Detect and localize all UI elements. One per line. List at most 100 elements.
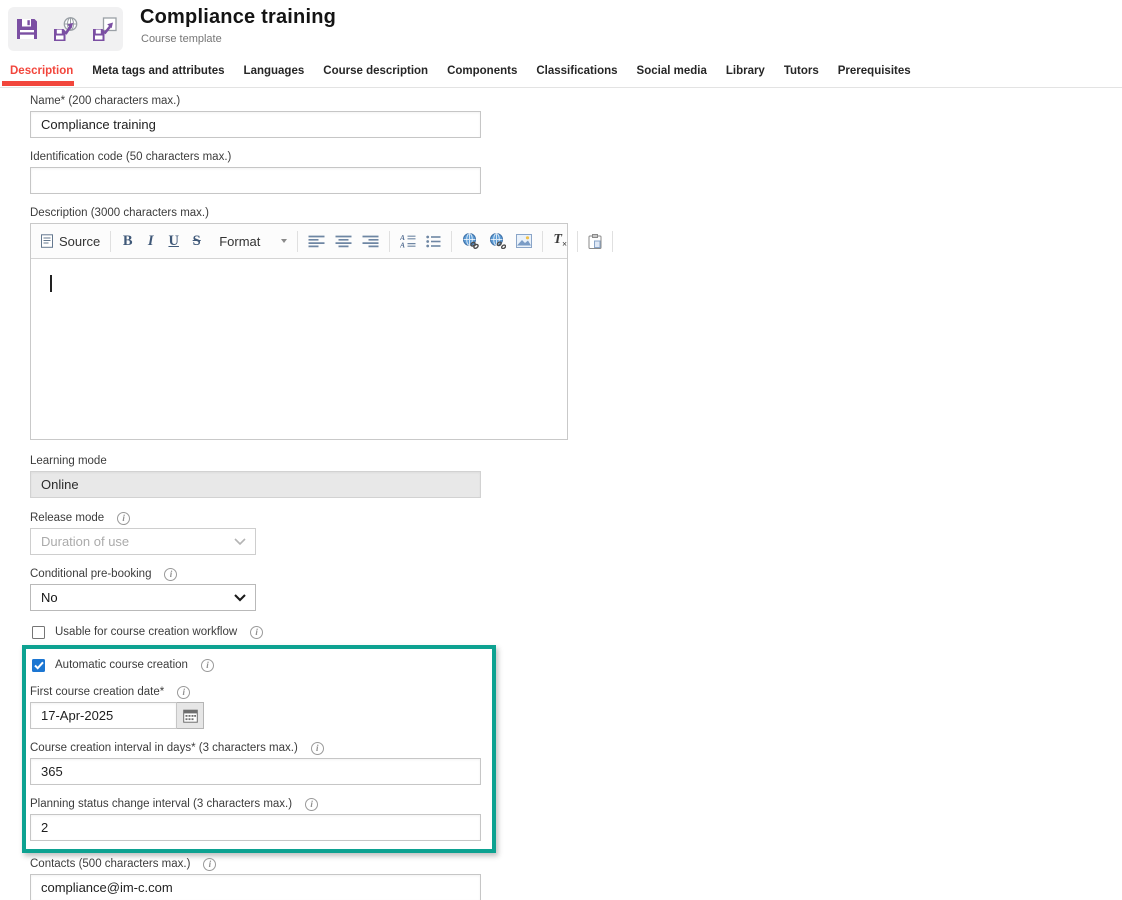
align-center-icon — [335, 235, 352, 248]
name-field-group: Name* (200 characters max.) — [30, 94, 1122, 138]
identification-code-input[interactable] — [30, 167, 481, 194]
identification-code-label: Identification code (50 characters max.) — [30, 151, 231, 163]
toolbar-separator — [297, 231, 298, 252]
toolbar-separator — [542, 231, 543, 252]
tab-social-media[interactable]: Social media — [637, 65, 707, 77]
planning-status-interval-label: Planning status change interval (3 chara… — [30, 798, 292, 810]
italic-glyph: I — [144, 233, 157, 250]
align-left-icon — [308, 235, 325, 248]
automatic-course-creation-checkbox[interactable] — [32, 659, 45, 672]
page-title: Compliance training — [140, 6, 336, 29]
usable-for-workflow-checkbox[interactable] — [32, 626, 45, 639]
info-icon[interactable]: i — [177, 686, 190, 699]
editor-toolbar: Source B I U S Format — [31, 224, 567, 259]
description-label: Description (3000 characters max.) — [30, 207, 209, 219]
active-tab-underline — [2, 81, 74, 86]
toolbar-separator — [451, 231, 452, 252]
strikethrough-glyph: S — [190, 233, 203, 250]
editor-content-area[interactable] — [31, 259, 567, 439]
usable-for-workflow-row: Usable for course creation workflow i — [30, 624, 1122, 640]
tab-description[interactable]: Description — [10, 65, 73, 77]
info-icon[interactable]: i — [305, 798, 318, 811]
info-icon[interactable]: i — [117, 512, 130, 525]
save-and-publish-button[interactable] — [51, 14, 81, 44]
conditional-prebooking-select[interactable]: No — [30, 584, 256, 611]
calendar-icon — [183, 709, 198, 723]
underline-button[interactable]: U — [162, 230, 185, 253]
format-dropdown-label: Format — [219, 234, 260, 249]
info-icon[interactable]: i — [311, 742, 324, 755]
contacts-input[interactable] — [30, 874, 481, 900]
first-course-creation-date-group: First course creation date* i — [30, 685, 492, 729]
info-icon[interactable]: i — [201, 659, 214, 672]
svg-text:A: A — [400, 240, 405, 248]
strikethrough-button[interactable]: S — [185, 230, 208, 253]
save-actions-toolbar — [8, 7, 123, 51]
planning-status-interval-group: Planning status change interval (3 chara… — [30, 797, 492, 841]
course-creation-interval-input[interactable] — [30, 758, 481, 785]
tab-classifications[interactable]: Classifications — [536, 65, 617, 77]
save-globe-arrow-icon — [52, 16, 80, 43]
tab-bar: Description Meta tags and attributes Lan… — [0, 55, 1122, 88]
release-mode-field-group: Release mode i Duration of use — [30, 511, 1122, 555]
chevron-down-icon — [234, 594, 246, 602]
toolbar-separator — [110, 231, 111, 252]
save-and-exit-button[interactable] — [90, 14, 120, 44]
automatic-course-creation-highlight: Automatic course creation i First course… — [22, 645, 496, 853]
toolbar-separator — [577, 231, 578, 252]
tab-library[interactable]: Library — [726, 65, 765, 77]
text-cursor — [50, 275, 52, 292]
remove-format-button[interactable]: T× — [548, 230, 572, 252]
align-left-button[interactable] — [303, 232, 330, 251]
save-button[interactable] — [12, 14, 42, 44]
link-button[interactable] — [457, 230, 484, 252]
tab-languages[interactable]: Languages — [244, 65, 305, 77]
name-input[interactable] — [30, 111, 481, 138]
identification-code-field-group: Identification code (50 characters max.) — [30, 150, 1122, 194]
source-button-label: Source — [59, 234, 100, 249]
save-export-arrow-icon — [91, 16, 119, 43]
info-icon[interactable]: i — [164, 568, 177, 581]
source-button[interactable]: Source — [35, 231, 105, 252]
format-dropdown[interactable]: Format — [214, 231, 292, 252]
source-icon — [40, 234, 54, 248]
course-creation-interval-label: Course creation interval in days* (3 cha… — [30, 742, 298, 754]
learning-mode-field-group: Learning mode — [30, 454, 1122, 498]
remove-format-icon: T× — [553, 233, 567, 249]
link-icon — [462, 233, 479, 249]
planning-status-interval-input[interactable] — [30, 814, 481, 841]
chevron-down-icon — [234, 538, 246, 546]
info-icon[interactable]: i — [250, 626, 263, 639]
learning-mode-input — [30, 471, 481, 498]
toolbar-separator — [389, 231, 390, 252]
first-course-creation-date-input[interactable] — [30, 702, 177, 729]
info-icon[interactable]: i — [203, 858, 216, 871]
bulleted-list-button[interactable] — [421, 232, 446, 251]
tab-prerequisites[interactable]: Prerequisites — [838, 65, 911, 77]
checkmark-icon — [34, 661, 44, 670]
align-right-button[interactable] — [357, 232, 384, 251]
tab-tutors[interactable]: Tutors — [784, 65, 819, 77]
automatic-course-creation-label: Automatic course creation — [55, 659, 188, 671]
contacts-label: Contacts (500 characters max.) — [30, 858, 190, 870]
release-mode-select: Duration of use — [30, 528, 256, 555]
image-button[interactable] — [511, 231, 537, 251]
save-icon — [14, 16, 40, 42]
unlink-icon — [489, 233, 506, 249]
tab-components[interactable]: Components — [447, 65, 517, 77]
image-icon — [516, 234, 532, 248]
page-subtitle: Course template — [141, 33, 222, 45]
paste-icon — [588, 234, 602, 249]
paste-button[interactable] — [583, 231, 607, 252]
bold-button[interactable]: B — [116, 230, 139, 253]
unlink-button[interactable] — [484, 230, 511, 252]
italic-button[interactable]: I — [139, 230, 162, 253]
language-button[interactable]: A A — [395, 231, 421, 251]
language-icon: A A — [400, 234, 416, 248]
tab-meta-tags-and-attributes[interactable]: Meta tags and attributes — [92, 65, 224, 77]
tab-course-description[interactable]: Course description — [323, 65, 428, 77]
align-right-icon — [362, 235, 379, 248]
calendar-button[interactable] — [177, 702, 204, 729]
align-center-button[interactable] — [330, 232, 357, 251]
underline-glyph: U — [167, 233, 180, 250]
